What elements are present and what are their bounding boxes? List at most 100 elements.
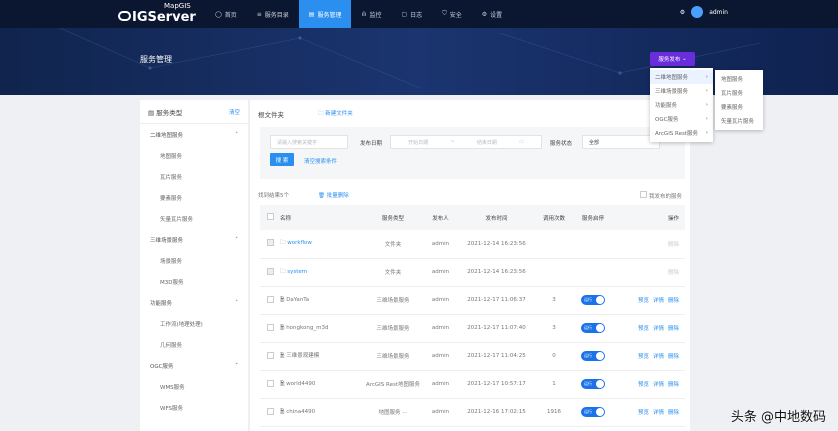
service-toggle[interactable]: 运行 [581, 379, 605, 389]
row-checkbox[interactable] [266, 407, 274, 415]
row-count: 3 [535, 286, 573, 315]
select-all[interactable] [260, 205, 280, 230]
checkbox[interactable] [640, 191, 648, 198]
row-type: 文件夹 [363, 230, 423, 259]
row-publisher: admin [423, 258, 458, 287]
publish-menu-item[interactable]: OGC服务 › [650, 112, 713, 126]
sidebar-item[interactable]: 几何服务 [140, 334, 248, 355]
submenu-item[interactable]: 要素服务 [715, 100, 763, 114]
row-type: 三维场景服务 [363, 342, 423, 371]
sidebar-item[interactable]: WMS服务 [140, 376, 248, 397]
row-checkbox[interactable] [266, 295, 274, 303]
menu-label: ArcGIS Rest服务 [655, 131, 699, 137]
row-publisher: admin [423, 286, 458, 315]
op-2[interactable]: 删除 [668, 326, 679, 332]
breadcrumb[interactable]: 根文件夹 [258, 109, 284, 119]
sidebar-item[interactable]: WFS服务 [140, 397, 248, 418]
publish-menu-item[interactable]: 二维地图服务 › [650, 70, 713, 84]
date-label: 发布日期 [360, 141, 383, 147]
op-0[interactable]: 预览 [638, 410, 649, 416]
sidebar-item[interactable]: 地图服务 [140, 145, 248, 166]
op-2[interactable]: 删除 [668, 354, 679, 360]
list-icon: ≡ [256, 10, 262, 18]
op-2[interactable]: 删除 [668, 382, 679, 388]
publish-menu-item[interactable]: ArcGIS Rest服务 › [650, 126, 713, 140]
keyword-input[interactable]: 请输入搜索关键字 [270, 135, 348, 149]
nav-item-3[interactable]: ılı 监控 [351, 0, 391, 28]
sidebar-item[interactable]: M3D服务 [140, 271, 248, 292]
service-toggle[interactable]: 运行 [581, 407, 605, 417]
date-range-input[interactable]: 开始日期 ~ 结束日期 ▭ [390, 135, 542, 149]
op-1[interactable]: 详情 [653, 326, 664, 332]
clear-search-button[interactable]: 清空搜索条件 [304, 157, 337, 165]
file-icon: 🗎 [280, 380, 285, 387]
batch-delete-label: 批量删除 [326, 193, 349, 199]
row-checkbox[interactable] [266, 323, 274, 331]
status-select[interactable]: 全部 [582, 135, 660, 149]
batch-delete-button[interactable]: 🗑 批量删除 [318, 191, 349, 199]
nav-item-0[interactable]: ◯ 首页 [205, 0, 247, 28]
op-0[interactable]: 预览 [638, 298, 649, 304]
sidebar-item[interactable]: 瓦片服务 [140, 166, 248, 187]
nav-item-label: 首页 [224, 11, 237, 19]
op-1[interactable]: 详情 [653, 298, 664, 304]
avatar[interactable] [691, 6, 704, 18]
end-date[interactable]: 结束日期 [477, 139, 497, 146]
sidebar-group[interactable]: 二维地图服务 ˄ [140, 124, 248, 145]
publish-menu-item[interactable]: 三维场景服务 › [650, 84, 713, 98]
service-toggle[interactable]: 运行 [581, 351, 605, 361]
row-checkbox[interactable] [266, 351, 274, 359]
username[interactable]: admin [709, 9, 728, 16]
row-checkbox[interactable] [266, 379, 274, 387]
nav-item-1[interactable]: ≡ 服务目录 [247, 0, 299, 28]
search-button[interactable]: 搜 索 [270, 153, 294, 166]
submenu-item[interactable]: 瓦片服务 [715, 86, 763, 100]
submenu-item[interactable]: 地图服务 [715, 72, 763, 86]
submenu-item[interactable]: 矢量瓦片服务 [715, 114, 763, 128]
toggle-label: 运行 [584, 325, 592, 330]
sidebar-item[interactable]: 要素服务 [140, 187, 248, 208]
row-publisher: admin [423, 314, 458, 343]
my-published-checkbox[interactable]: 我发布的服务 [640, 191, 682, 200]
gear-icon[interactable]: ⚙ [680, 9, 685, 16]
op-0[interactable]: 预览 [638, 354, 649, 360]
op-0[interactable]: 预览 [638, 382, 649, 388]
sidebar-item[interactable]: 矢量瓦片服务 [140, 208, 248, 229]
sidebar-group[interactable]: 三维场景服务 ˄ [140, 229, 248, 250]
new-folder-button[interactable]: 🗀 新建文件夹 [318, 109, 353, 119]
user-area[interactable]: ⚙ admin [680, 6, 728, 18]
row-checkbox[interactable] [266, 267, 274, 275]
clear-button[interactable]: 清空 [229, 108, 240, 116]
op-0[interactable]: 删除 [668, 270, 679, 276]
op-2[interactable]: 删除 [668, 410, 679, 416]
op-1[interactable]: 详情 [653, 354, 664, 360]
op-0[interactable]: 预览 [638, 326, 649, 332]
sidebar-group[interactable]: 功能服务 ˄ [140, 292, 248, 313]
row-publisher: admin [423, 370, 458, 399]
row-checkbox[interactable] [266, 239, 274, 247]
publish-menu-item[interactable]: 功能服务 › [650, 98, 713, 112]
nav-item-2[interactable]: ▤ 服务管理 [298, 0, 352, 28]
sidebar-item[interactable]: 工作流(地理处理) [140, 313, 248, 334]
nav-item-label: 服务管理 [317, 11, 342, 19]
op-1[interactable]: 详情 [653, 382, 664, 388]
row-name[interactable]: workflow [287, 240, 312, 246]
checkbox[interactable] [266, 213, 274, 220]
publish-service-button[interactable]: 服务发布 ⌄ [650, 52, 695, 66]
table-row: 🗎 hongkong_m3d 三维场景服务 admin 2021-12-17 1… [260, 314, 685, 343]
start-date[interactable]: 开始日期 [408, 139, 428, 146]
sidebar-item[interactable]: 场景服务 [140, 250, 248, 271]
service-toggle[interactable]: 运行 [581, 323, 605, 333]
folder-icon: 🗀 [280, 268, 286, 275]
row-name[interactable]: system [287, 269, 307, 275]
row-time: 2021-12-17 10:57:17 [458, 370, 535, 399]
op-0[interactable]: 删除 [668, 242, 679, 248]
chevron-right-icon: › [705, 88, 708, 94]
nav-item-5[interactable]: ⛉ 安全 [432, 0, 472, 28]
nav-item-6[interactable]: ⚙ 设置 [472, 0, 512, 28]
op-1[interactable]: 详情 [653, 410, 664, 416]
nav-item-4[interactable]: ▢ 日志 [392, 0, 433, 28]
service-toggle[interactable]: 运行 [581, 295, 605, 305]
op-2[interactable]: 删除 [668, 298, 679, 304]
sidebar-group[interactable]: OGC服务 ˄ [140, 355, 248, 376]
